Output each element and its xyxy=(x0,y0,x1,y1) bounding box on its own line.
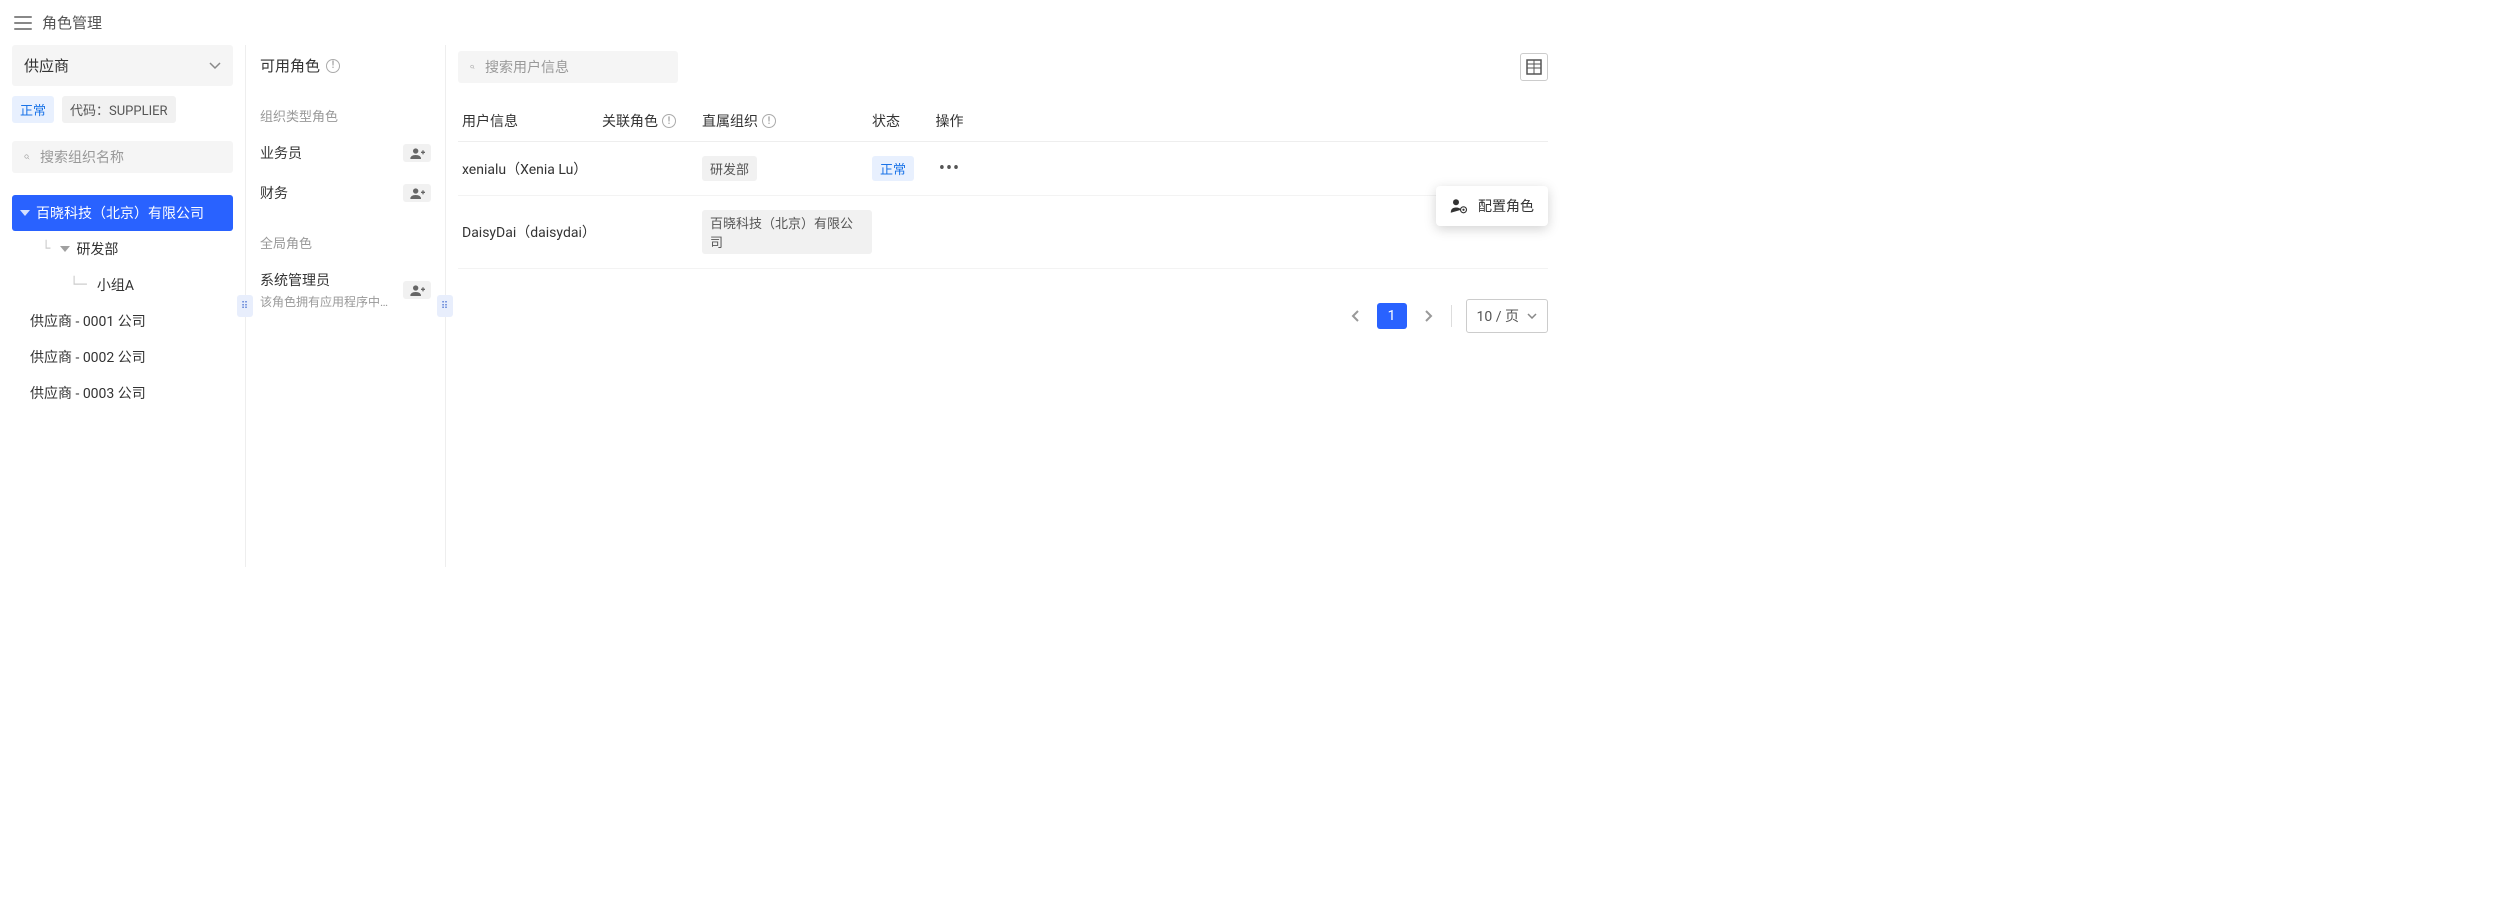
users-panel: 用户信息 关联角色 ! 直属组织 ! 状态 操作 xenialu（Xenia L… xyxy=(445,45,1560,567)
add-person-icon[interactable] xyxy=(403,281,431,299)
cell-user: xenialu（Xenia Lu） xyxy=(462,159,602,179)
org-chip: 研发部 xyxy=(702,156,757,181)
roles-panel-title: 可用角色 xyxy=(260,55,320,76)
th-action: 操作 xyxy=(927,111,972,131)
status-chip: 正常 xyxy=(872,156,914,181)
table-row: xenialu（Xenia Lu） 研发部 正常 ••• 配置角色 xyxy=(458,142,1548,196)
cell-org: 研发部 xyxy=(702,156,872,181)
role-item[interactable]: 财务 xyxy=(258,173,433,213)
role-item[interactable]: 系统管理员 该角色拥有应用程序中… xyxy=(258,260,433,320)
code-chip: 代码：SUPPLIER xyxy=(62,96,176,123)
org-panel: 供应商 正常 代码：SUPPLIER 百晓科技（北京）有限公司 └ 研发部 xyxy=(0,45,245,567)
status-chip: 正常 xyxy=(12,96,54,123)
tree-node-root[interactable]: 百晓科技（北京）有限公司 xyxy=(12,195,233,231)
th-role: 关联角色 ! xyxy=(602,111,702,131)
more-icon[interactable]: ••• xyxy=(939,158,960,179)
th-org: 直属组织 ! xyxy=(702,111,872,131)
tree-node-label: 百晓科技（北京）有限公司 xyxy=(36,203,204,223)
role-label: 业务员 xyxy=(260,143,302,163)
tree-node-label: 研发部 xyxy=(76,239,118,259)
role-desc: 该角色拥有应用程序中… xyxy=(260,293,388,310)
tree-node[interactable]: 供应商 - 0003 公司 xyxy=(12,375,233,411)
role-item[interactable]: 业务员 xyxy=(258,133,433,173)
resize-handle[interactable]: ⠿ xyxy=(437,295,453,317)
chevron-down-icon xyxy=(209,62,221,70)
role-label: 系统管理员 xyxy=(260,270,388,290)
tree-node-label: 供应商 - 0001 公司 xyxy=(30,311,146,331)
role-section-title: 组织类型角色 xyxy=(258,86,433,133)
tree-node[interactable]: └─ 小组A xyxy=(12,267,233,303)
columns-button[interactable] xyxy=(1520,53,1548,81)
next-page-icon[interactable] xyxy=(1421,306,1437,326)
info-icon[interactable]: ! xyxy=(326,59,340,73)
caret-down-icon xyxy=(60,246,70,252)
user-search-input[interactable] xyxy=(485,59,666,75)
org-tree: 百晓科技（北京）有限公司 └ 研发部 └─ 小组A 供应商 - 0001 公司 … xyxy=(12,195,233,411)
info-icon[interactable]: ! xyxy=(762,114,776,128)
th-status: 状态 xyxy=(872,111,927,131)
cell-org: 百晓科技（北京）有限公司 xyxy=(702,210,872,254)
tree-node[interactable]: 供应商 - 0002 公司 xyxy=(12,339,233,375)
search-icon xyxy=(24,149,30,165)
tree-node-label: 供应商 - 0002 公司 xyxy=(30,347,146,367)
tree-node-label: 小组A xyxy=(97,275,134,295)
role-label: 财务 xyxy=(260,183,288,203)
chevron-down-icon xyxy=(1527,313,1537,319)
type-select-value: 供应商 xyxy=(24,55,69,76)
add-person-icon[interactable] xyxy=(403,144,431,162)
role-section-title: 全局角色 xyxy=(258,213,433,260)
cell-action: ••• xyxy=(927,158,972,179)
caret-down-icon xyxy=(20,210,30,216)
add-person-icon[interactable] xyxy=(403,184,431,202)
table-header: 用户信息 关联角色 ! 直属组织 ! 状态 操作 xyxy=(458,101,1548,142)
cell-user: DaisyDai（daisydai） xyxy=(462,222,602,242)
page-title: 角色管理 xyxy=(42,12,102,33)
org-chip: 百晓科技（北京）有限公司 xyxy=(702,210,872,254)
org-search-input[interactable] xyxy=(40,149,221,165)
current-page[interactable]: 1 xyxy=(1377,303,1407,329)
org-search[interactable] xyxy=(12,141,233,173)
person-gear-icon xyxy=(1450,198,1468,214)
tree-connector: └─ xyxy=(70,277,87,293)
info-icon[interactable]: ! xyxy=(662,114,676,128)
menu-icon[interactable] xyxy=(14,16,32,30)
user-search[interactable] xyxy=(458,51,678,83)
prev-page-icon[interactable] xyxy=(1347,306,1363,326)
tree-node[interactable]: 供应商 - 0001 公司 xyxy=(12,303,233,339)
tree-node-label: 供应商 - 0003 公司 xyxy=(30,383,146,403)
menu-item-label: 配置角色 xyxy=(1478,196,1534,216)
tree-node[interactable]: └ 研发部 xyxy=(12,231,233,267)
divider xyxy=(1451,305,1452,327)
tree-connector: └ xyxy=(42,241,50,257)
resize-handle[interactable]: ⠿ xyxy=(237,295,253,317)
cell-status: 正常 xyxy=(872,156,927,181)
page-size-value: 10 / 页 xyxy=(1477,306,1519,326)
th-user: 用户信息 xyxy=(462,111,602,131)
search-icon xyxy=(470,59,475,75)
roles-panel: 可用角色 ! 组织类型角色 业务员 财务 全局角色 系统管理员 该角色拥有应用程… xyxy=(245,45,445,567)
table-row: DaisyDai（daisydai） 百晓科技（北京）有限公司 xyxy=(458,196,1548,269)
pagination: 1 10 / 页 xyxy=(458,299,1548,333)
page-size-select[interactable]: 10 / 页 xyxy=(1466,299,1548,333)
row-action-menu[interactable]: 配置角色 xyxy=(1436,186,1548,226)
type-select[interactable]: 供应商 xyxy=(12,45,233,86)
